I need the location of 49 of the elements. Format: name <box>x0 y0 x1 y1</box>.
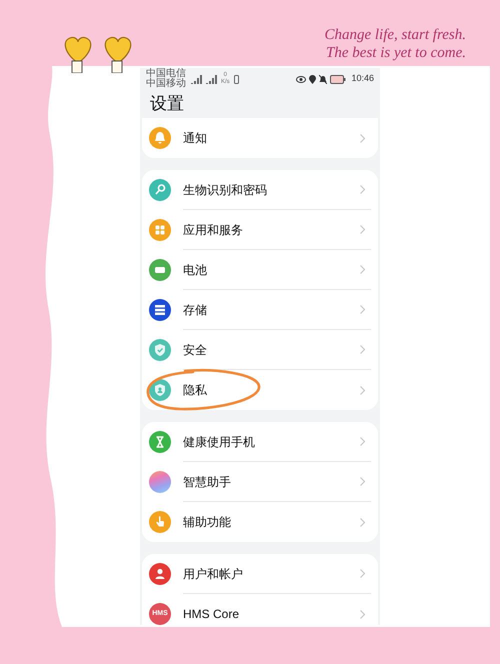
settings-item[interactable]: 存储 <box>149 290 371 330</box>
settings-item[interactable]: 安全 <box>149 330 371 370</box>
signal-icon <box>205 74 217 84</box>
carrier-text: 中国移动 <box>146 79 186 89</box>
chevron-icon <box>360 437 365 446</box>
settings-label: 通知 <box>183 130 208 147</box>
chevron-icon <box>360 134 365 142</box>
chevron-icon <box>360 477 365 486</box>
settings-item[interactable]: 电池 <box>149 250 371 290</box>
slogan-text: Change life, start fresh. <box>324 26 466 44</box>
clock-text: 10:46 <box>351 72 374 86</box>
chevron-icon <box>360 345 365 354</box>
settings-label: 隐私 <box>183 382 208 399</box>
phone-icon <box>234 74 239 84</box>
chevron-icon <box>360 225 365 234</box>
chevron-icon <box>360 305 365 314</box>
chevron-icon <box>360 185 365 194</box>
eye-icon <box>296 76 306 82</box>
settings-label: 智慧助手 <box>183 474 232 490</box>
settings-label: 辅助功能 <box>183 514 232 531</box>
chevron-icon <box>360 386 365 394</box>
settings-item[interactable]: 通知 <box>149 118 371 158</box>
settings-label: 电池 <box>183 262 208 278</box>
page-title: 设置 <box>149 93 185 115</box>
settings-label: 存储 <box>183 302 208 318</box>
assistant-icon <box>149 471 171 493</box>
chevron-icon <box>360 265 365 274</box>
settings-label: 用户和帐户 <box>183 566 244 582</box>
settings-item[interactable]: 生物识别和密码 <box>149 170 371 210</box>
carrier-text: 中国电信 <box>146 69 186 79</box>
settings-item[interactable]: 应用和服务 <box>149 210 371 250</box>
chevron-icon <box>360 610 365 618</box>
settings-label: HMS Core <box>183 606 240 623</box>
settings-item[interactable]: 健康使用手机 <box>149 422 371 462</box>
settings-item[interactable]: 辅助功能 <box>149 502 371 542</box>
settings-item[interactable]: 智慧助手 <box>149 462 371 502</box>
chevron-icon <box>360 518 365 526</box>
battery-icon <box>330 74 346 84</box>
settings-item[interactable]: 隐私 <box>149 370 371 410</box>
settings-label: 生物识别和密码 <box>183 182 268 198</box>
settings-label: 应用和服务 <box>183 222 244 238</box>
slogan-text: The best is yet to come. <box>326 44 466 62</box>
signal-icon <box>190 74 202 84</box>
settings-label: 健康使用手机 <box>183 434 256 450</box>
location-icon <box>309 74 316 84</box>
settings-label: 安全 <box>183 342 208 358</box>
settings-item[interactable]: 用户和帐户 <box>149 554 371 594</box>
chevron-icon <box>360 569 365 578</box>
bell-muted-icon <box>319 74 328 84</box>
